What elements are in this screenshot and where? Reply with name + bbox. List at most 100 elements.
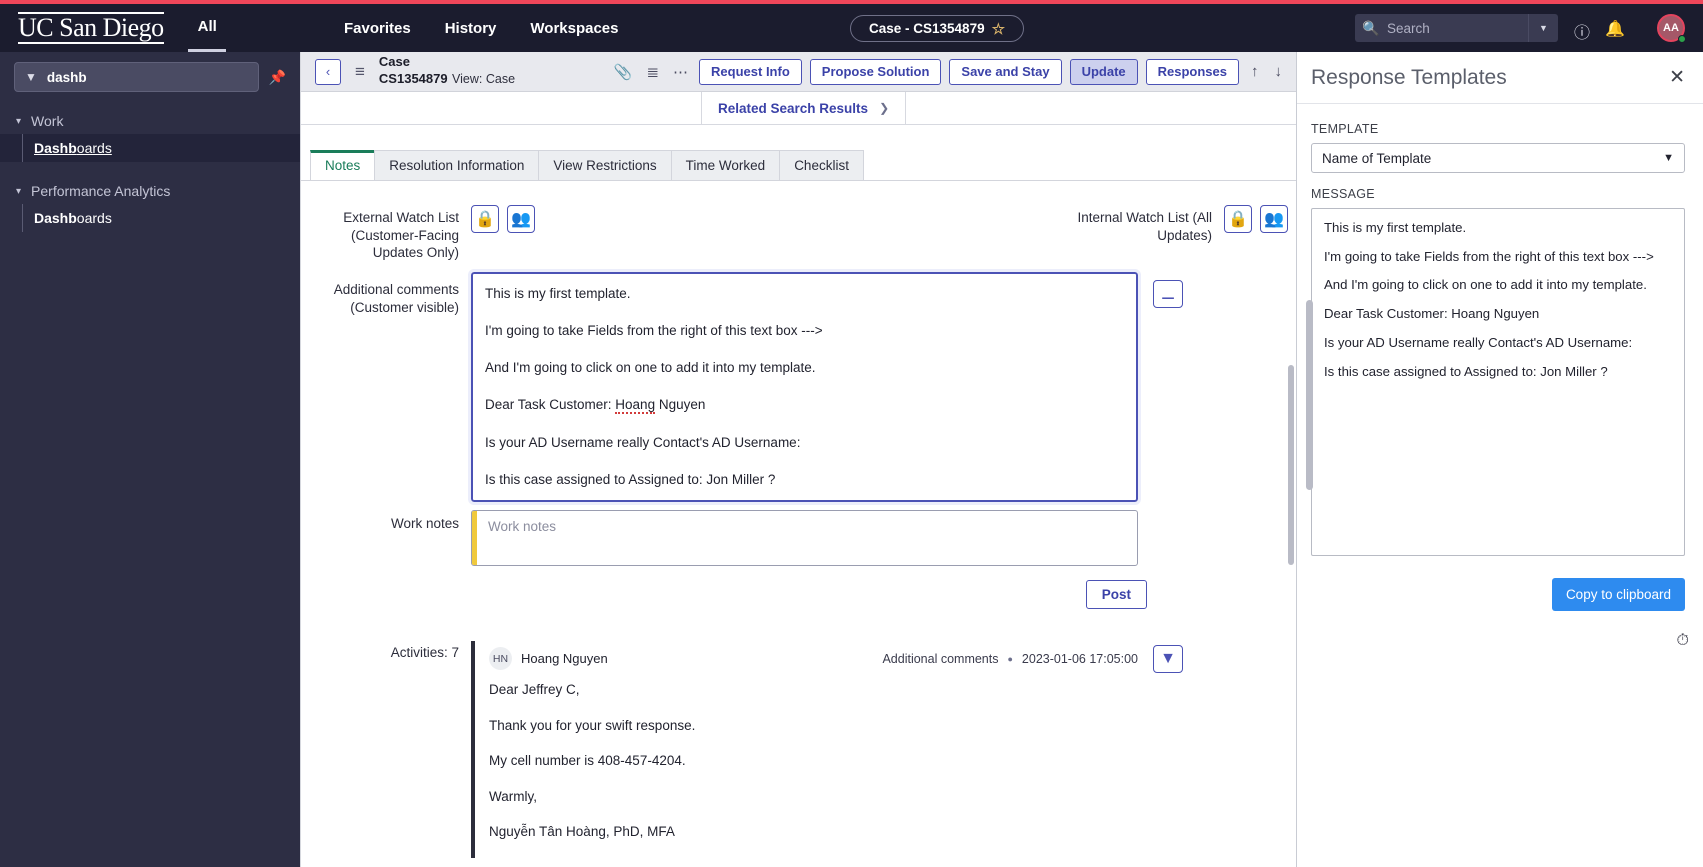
current-record-pill[interactable]: Case - CS1354879 ☆ <box>850 15 1025 42</box>
close-icon[interactable]: ✕ <box>1669 66 1685 89</box>
activity-timestamp: 2023-01-06 17:05:00 <box>1021 651 1138 666</box>
star-outline-icon[interactable]: ☆ <box>992 20 1005 38</box>
additional-comments-textarea[interactable]: This is my first template. I'm going to … <box>468 268 1141 506</box>
search-input[interactable]: Search <box>1387 21 1430 36</box>
form-toolbar: ‹ ≡ Case CS1354879 View: Case 📎 ≣ ⋯ Requ… <box>301 52 1296 92</box>
activity-line: Warmly, <box>489 788 537 804</box>
template-select-value: Name of Template <box>1322 150 1432 166</box>
activity-line: My cell number is 408-457-4204. <box>489 753 686 769</box>
message-line: This is my first template. <box>1324 220 1467 235</box>
record-title: Case CS1354879 View: Case <box>378 54 516 88</box>
message-textarea[interactable]: This is my first template. I'm going to … <box>1311 208 1685 556</box>
nav-link-workspaces[interactable]: Workspaces <box>530 20 618 37</box>
sidebar-group-label: Work <box>31 113 64 129</box>
sidebar-filter-input[interactable]: ▼ dashb <box>14 62 259 92</box>
work-notes-placeholder: Work notes <box>488 519 557 535</box>
back-button[interactable]: ‹ <box>315 58 341 85</box>
notifications-bell-icon[interactable]: 🔔 <box>1605 19 1625 39</box>
global-search[interactable]: 🔍 Search ▼ <box>1355 14 1558 42</box>
record-view: View: Case <box>452 71 516 86</box>
internal-watch-list-label: Internal Watch List (All Updates) <box>1077 210 1212 243</box>
external-watch-list-buttons: 🔒 👥 <box>471 205 535 233</box>
expand-text-icon[interactable]: ⚊ <box>1153 279 1183 308</box>
nav-tab-all[interactable]: All <box>198 18 217 38</box>
paperclip-icon[interactable]: 📎 <box>611 63 636 81</box>
activities-count-label: Activities: 7 <box>390 645 459 661</box>
filter-icon: ▼ <box>25 70 37 84</box>
search-icon: 🔍 <box>1362 19 1380 36</box>
message-line: Dear Task Customer: Hoang Nguyen <box>1324 306 1540 322</box>
comment-line: And I'm going to click on one to add it … <box>485 360 816 376</box>
notes-tab-panel: External Watch List (Customer-Facing Upd… <box>301 180 1296 858</box>
tab-notes[interactable]: Notes <box>310 150 376 180</box>
pin-icon[interactable]: 📌 <box>269 69 286 86</box>
stopwatch-icon[interactable]: ⏱ <box>1677 632 1689 650</box>
tab-resolution-information[interactable]: Resolution Information <box>374 150 540 180</box>
sidebar-item-label: Dashboards <box>34 140 112 156</box>
add-user-icon[interactable]: 👥 <box>1260 205 1288 233</box>
lock-icon[interactable]: 🔒 <box>471 205 499 233</box>
form-scrollbar[interactable] <box>1288 365 1294 565</box>
separator-dot-icon: ● <box>1007 653 1013 664</box>
filter-icon[interactable]: ▼ <box>1153 645 1183 674</box>
save-and-stay-button[interactable]: Save and Stay <box>949 58 1062 85</box>
toolbar-actions: 📎 ≣ ⋯ Request Info Propose Solution Save… <box>611 58 1287 85</box>
sidebar-group-label: Performance Analytics <box>31 183 171 199</box>
propose-solution-button[interactable]: Propose Solution <box>809 58 942 85</box>
ellipsis-icon[interactable]: ⋯ <box>670 63 691 81</box>
comment-line: This is my first template. <box>485 285 631 301</box>
help-icon[interactable]: ⓘ <box>1574 19 1590 43</box>
chevron-down-icon: ▾ <box>16 115 22 127</box>
response-templates-actions: Copy to clipboard <box>1311 556 1685 611</box>
comment-line: Is your AD Username really Contact's AD … <box>485 434 801 450</box>
message-line: I'm going to take Fields from the right … <box>1324 248 1654 264</box>
copy-to-clipboard-button[interactable]: Copy to clipboard <box>1551 578 1685 611</box>
arrow-down-icon[interactable]: ↓ <box>1271 63 1287 80</box>
sidebar-item-label: Dashboards <box>34 210 112 226</box>
message-line: Is your AD Username really Contact's AD … <box>1324 334 1633 350</box>
hamburger-menu-icon[interactable]: ≡ <box>351 62 369 82</box>
lock-icon[interactable]: 🔒 <box>1224 205 1252 233</box>
nav-link-history[interactable]: History <box>445 20 497 37</box>
uc-san-diego-logo: UC San Diego <box>18 12 164 44</box>
message-line: Is this case assigned to Assigned to: Jo… <box>1324 363 1608 379</box>
response-templates-body: TEMPLATE Name of Template ▼ MESSAGE This… <box>1297 104 1703 611</box>
sidebar-item-pa-dashboards[interactable]: Dashboards <box>0 204 300 232</box>
comment-line: I'm going to take Fields from the right … <box>485 322 823 338</box>
external-watch-list-field: External Watch List (Customer-Facing Upd… <box>301 205 535 262</box>
activity-type: Additional comments <box>882 651 999 666</box>
nav-link-favorites[interactable]: Favorites <box>344 20 411 37</box>
tab-view-restrictions[interactable]: View Restrictions <box>538 150 672 180</box>
sliders-icon[interactable]: ≣ <box>643 63 662 81</box>
message-scrollbar[interactable] <box>1306 300 1313 490</box>
activity-line: Nguyễn Tân Hoàng, PhD, MFA <box>489 824 675 840</box>
activity-line: Thank you for your swift response. <box>489 717 696 733</box>
activity-line: Dear Jeffrey C, <box>489 682 580 698</box>
record-number: CS1354879 <box>378 70 448 86</box>
form-content-scroll[interactable]: Notes Resolution Information View Restri… <box>301 125 1296 867</box>
sidebar-filter-value: dashb <box>46 69 87 85</box>
arrow-up-icon[interactable]: ↑ <box>1247 63 1263 80</box>
tab-checklist[interactable]: Checklist <box>779 150 864 180</box>
post-button[interactable]: Post <box>1085 580 1147 610</box>
additional-comments-row: Additional comments (Customer visible) T… <box>301 262 1296 506</box>
search-dropdown-caret-icon[interactable]: ▼ <box>1528 14 1558 42</box>
add-user-icon[interactable]: 👥 <box>507 205 535 233</box>
sidebar-item-work-dashboards[interactable]: Dashboards <box>0 134 300 162</box>
sidebar-group-header-pa[interactable]: ▾ Performance Analytics <box>0 178 300 204</box>
page-title: Response Templates <box>1311 65 1507 89</box>
work-notes-row: Work notes Work notes <box>301 502 1296 567</box>
sidebar-group-performance-analytics: ▾ Performance Analytics Dashboards <box>0 178 300 232</box>
work-notes-textarea[interactable]: Work notes <box>471 510 1138 567</box>
responses-button[interactable]: Responses <box>1145 58 1239 85</box>
message-field-label: MESSAGE <box>1311 187 1375 201</box>
sidebar-group-header-work[interactable]: ▾ Work <box>0 108 300 134</box>
tab-time-worked[interactable]: Time Worked <box>670 150 781 180</box>
template-select[interactable]: Name of Template ▼ <box>1311 143 1685 173</box>
activity-author: Hoang Nguyen <box>521 651 608 667</box>
related-search-results-toggle[interactable]: Related Search Results ❯ <box>701 92 907 124</box>
request-info-button[interactable]: Request Info <box>699 58 802 85</box>
activity-entry: HN Hoang Nguyen Additional comments ● 20… <box>471 641 1138 858</box>
left-sidebar: ▼ dashb 📌 ▾ Work Dashboards ▾ Performanc… <box>0 52 300 867</box>
update-button[interactable]: Update <box>1069 58 1138 85</box>
